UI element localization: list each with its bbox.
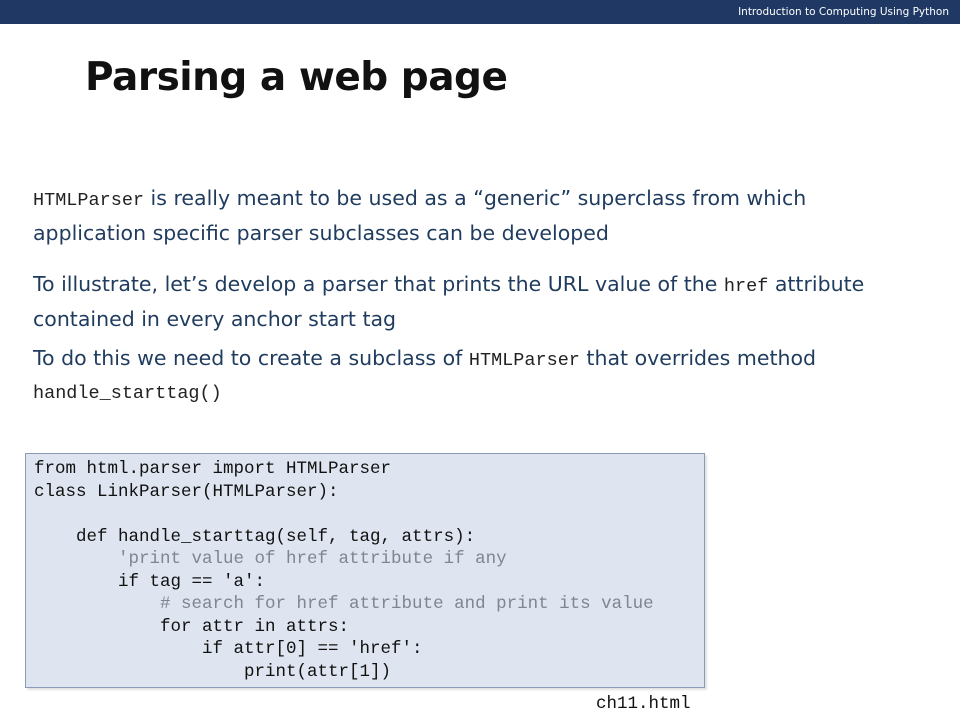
course-title: Introduction to Computing Using Python (738, 6, 949, 18)
paragraph-text: attribute (768, 272, 865, 296)
code-listing: from html.parser import HTMLParser class … (34, 458, 654, 683)
filename-label: ch11.html (596, 694, 691, 714)
code-line: if attr[0] == 'href': (34, 639, 423, 659)
paragraph-text: is really meant to be used as a “generic… (144, 186, 807, 210)
paragraph-generic-superclass: HTMLParser is really meant to be used as… (33, 182, 806, 249)
paragraph-text: that overrides method (579, 346, 817, 370)
code-line: if tag == 'a': (34, 571, 266, 592)
code-line: for attr in attrs: (34, 616, 350, 637)
paragraph-line: HTMLParser is really meant to be used as… (33, 182, 806, 217)
code-line: def handle_starttag(self, tag, attrs): (34, 526, 476, 547)
htmlparser-code: HTMLParser (468, 350, 580, 371)
code-line: # search for href attribute and print it… (34, 594, 654, 614)
code-line: 'print value of href attribute if any (34, 549, 507, 569)
paragraph-line: To do this we need to create a subclass … (33, 342, 816, 377)
slide-title: Parsing a web page (85, 55, 508, 100)
paragraph-line: handle_starttag() (33, 377, 816, 408)
paragraph-line: application specific parser subclasses c… (33, 221, 609, 245)
href-code: href (723, 276, 769, 297)
paragraph-text: To do this we need to create a subclass … (33, 346, 469, 370)
code-block: from html.parser import HTMLParser class … (25, 453, 705, 688)
paragraph-text: To illustrate, let’s develop a parser th… (33, 272, 724, 296)
header-bar: Introduction to Computing Using Python (0, 0, 960, 24)
paragraph-subclass: To do this we need to create a subclass … (33, 342, 816, 408)
paragraph-line: contained in every anchor start tag (33, 307, 397, 331)
paragraph-illustrate: To illustrate, let’s develop a parser th… (33, 268, 864, 335)
handle-starttag-code: handle_starttag() (33, 383, 222, 404)
paragraph-line: To illustrate, let’s develop a parser th… (33, 268, 864, 303)
code-line: from html.parser import HTMLParser (34, 459, 392, 479)
code-line: print(attr[1]) (34, 661, 392, 682)
htmlparser-code: HTMLParser (33, 190, 145, 211)
code-line: class LinkParser(HTMLParser): (34, 481, 339, 502)
